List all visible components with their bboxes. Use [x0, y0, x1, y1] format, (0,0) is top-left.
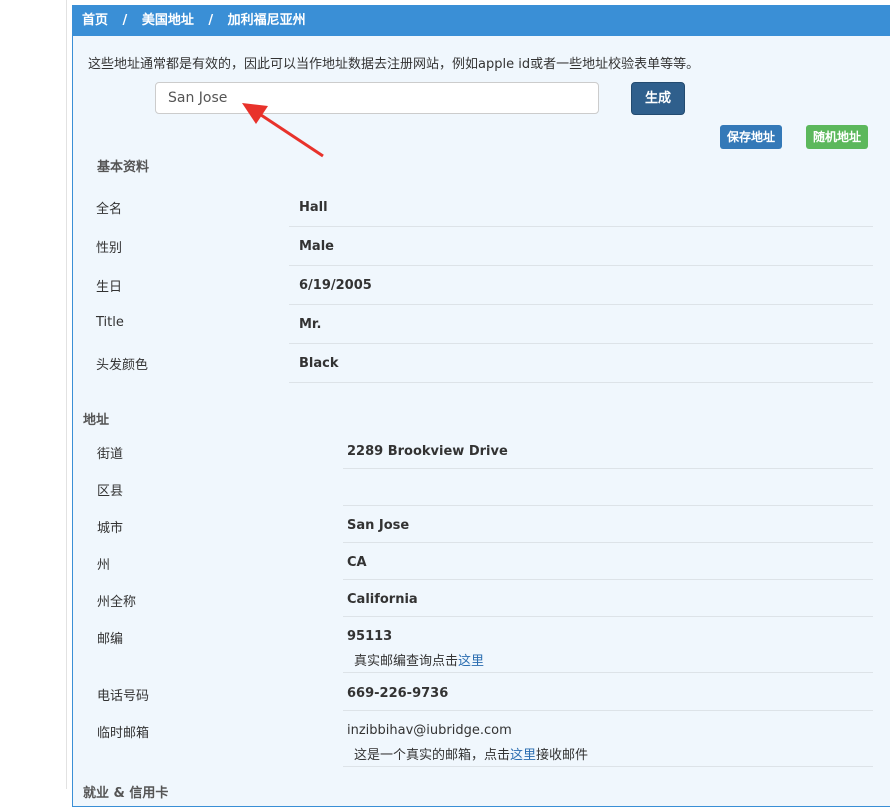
- row-label: 街道: [97, 447, 124, 462]
- random-address-button[interactable]: 随机地址: [806, 125, 868, 149]
- zip-note: 真实邮编查询点击这里: [354, 650, 484, 669]
- city-input[interactable]: [155, 82, 599, 114]
- zip-value: 95113: [347, 629, 393, 644]
- row-divider: [343, 542, 873, 543]
- email-inbox-link[interactable]: 这里: [510, 748, 536, 763]
- email-note-suffix: 接收邮件: [536, 748, 589, 763]
- email-note: 这是一个真实的邮箱，点击这里接收邮件: [354, 744, 588, 763]
- row-label: 临时邮箱: [97, 726, 150, 741]
- row-label: 生日: [96, 280, 123, 295]
- address-panel: 首页 / 美国地址 / 加利福尼亚州 这些地址通常都是有效的，因此可以当作地址数…: [72, 5, 890, 807]
- intro-text: 这些地址通常都是有效的，因此可以当作地址数据去注册网站，例如apple id或者…: [88, 57, 700, 72]
- row-divider: [343, 766, 873, 767]
- row-divider: [289, 343, 873, 344]
- zip-note-text: 真实邮编查询点击: [354, 654, 459, 669]
- row-divider: [343, 579, 873, 580]
- breadcrumb-home[interactable]: 首页: [82, 13, 108, 28]
- breadcrumb: 首页 / 美国地址 / 加利福尼亚州: [73, 6, 890, 36]
- row-divider: [343, 505, 873, 506]
- employment-credit-title: 就业 & 信用卡: [83, 786, 169, 801]
- row-label: 城市: [97, 521, 124, 536]
- row-divider: [343, 672, 873, 673]
- row-label: 全名: [96, 202, 123, 217]
- row-divider: [289, 226, 873, 227]
- row-label: 电话号码: [97, 689, 150, 704]
- row-value: 6/19/2005: [299, 278, 372, 293]
- row-value: Black: [299, 356, 339, 371]
- breadcrumb-separator: /: [122, 13, 128, 28]
- row-divider: [343, 468, 873, 469]
- row-label: 性别: [96, 241, 123, 256]
- row-label: 州全称: [97, 595, 137, 610]
- row-divider: [289, 382, 873, 383]
- left-sidebar: [0, 0, 67, 789]
- breadcrumb-country[interactable]: 美国地址: [142, 13, 194, 28]
- row-value: Mr.: [299, 317, 322, 332]
- row-label: Title: [96, 315, 124, 330]
- save-address-button[interactable]: 保存地址: [720, 125, 782, 149]
- street-value: 2289 Brookview Drive: [347, 444, 508, 459]
- generate-button[interactable]: 生成: [631, 82, 685, 115]
- row-label: 头发颜色: [96, 358, 149, 373]
- breadcrumb-separator: /: [208, 13, 214, 28]
- state-value: CA: [347, 555, 367, 570]
- row-divider: [289, 265, 873, 266]
- row-divider: [289, 304, 873, 305]
- row-label: 州: [97, 558, 111, 573]
- state-full-value: California: [347, 592, 418, 607]
- row-value: Hall: [299, 200, 328, 215]
- phone-value: 669-226-9736: [347, 686, 449, 701]
- city-value: San Jose: [347, 518, 410, 533]
- address-title: 地址: [83, 413, 110, 428]
- row-divider: [343, 710, 873, 711]
- row-label: 邮编: [97, 632, 124, 647]
- row-label: 区县: [97, 484, 124, 499]
- breadcrumb-state[interactable]: 加利福尼亚州: [228, 13, 306, 28]
- temp-email-value: inzibbihav@iubridge.com: [347, 723, 512, 738]
- basic-info-title: 基本资料: [97, 160, 150, 175]
- zip-lookup-link[interactable]: 这里: [458, 654, 484, 669]
- row-divider: [343, 616, 873, 617]
- email-note-prefix: 这是一个真实的邮箱，点击: [354, 748, 511, 763]
- row-value: Male: [299, 239, 334, 254]
